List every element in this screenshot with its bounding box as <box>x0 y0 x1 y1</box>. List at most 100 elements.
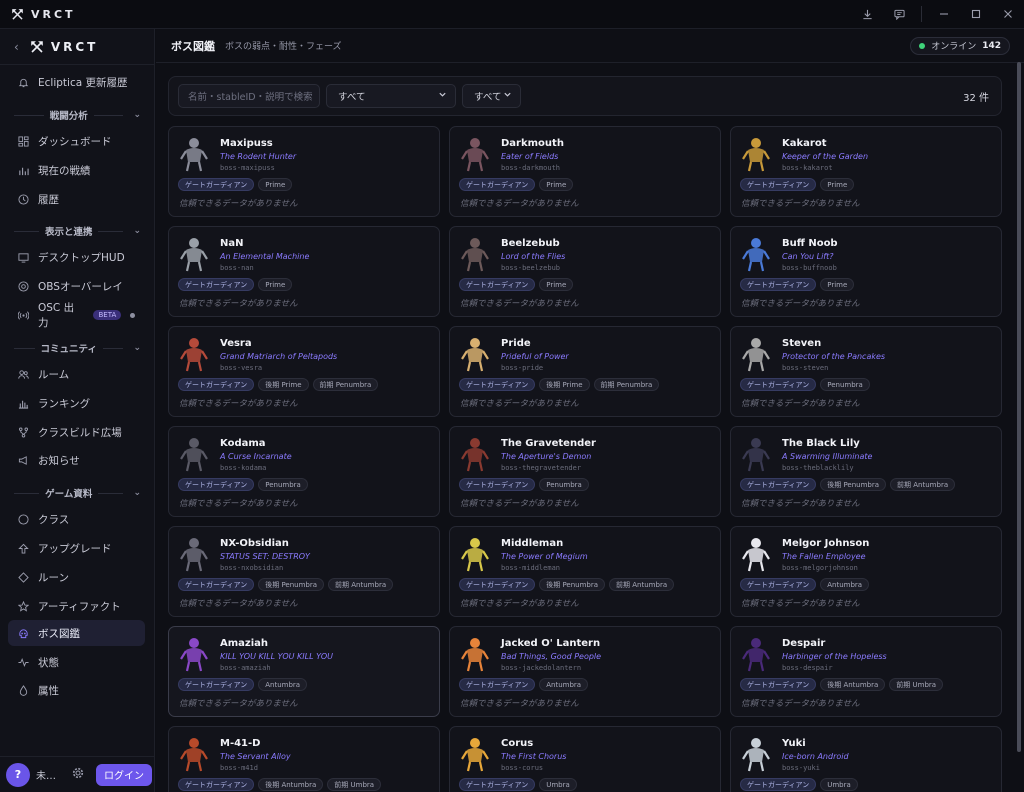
result-count: 32 件 <box>963 92 989 104</box>
section-community[interactable]: コミュニティ ⌄ <box>14 341 141 355</box>
boss-card[interactable]: Jacked O' Lantern Bad Things, Good People… <box>449 626 721 717</box>
boss-name: Buff Noob <box>782 238 838 249</box>
sidebar-item-desktop-hud[interactable]: デスクトップHUD <box>8 244 145 270</box>
sidebar-item-label: Ecliptica 更新履歴 <box>38 76 128 89</box>
boss-portrait-icon <box>460 535 490 573</box>
sidebar-item-ecliptica-updates[interactable]: Ecliptica 更新履歴 <box>8 69 145 95</box>
sidebar-item-obs-overlay[interactable]: OBSオーバーレイ <box>8 273 145 299</box>
no-data-text: 信頼できるデータがありません <box>460 499 579 509</box>
boss-card[interactable]: Pride Prideful of Power boss-pride ゲートガーディア… <box>449 326 721 417</box>
boss-card[interactable]: The Gravetender The Aperture's Demon boss-… <box>449 426 721 517</box>
boss-card[interactable]: Melgor Johnson The Fallen Employee boss-me… <box>730 526 1002 617</box>
search-input[interactable]: 名前・stableID・説明で検索 <box>178 84 320 108</box>
boss-card[interactable]: M-41-D The Servant Alloy boss-m41d ゲートガーディア… <box>168 726 440 792</box>
boss-tags: ゲートガーディアン 後期 Antumbra 前期 Umbra <box>740 678 944 691</box>
boss-card[interactable]: Corus The First Chorus boss-corus ゲートガーディアン… <box>449 726 721 792</box>
boss-name: NX-Obsidian <box>220 538 289 549</box>
filter-select-phase[interactable]: すべて <box>326 84 456 108</box>
boss-card[interactable]: NX-Obsidian STATUS SET: DESTROY boss-nxobs… <box>168 526 440 617</box>
boss-card[interactable]: Yuki Ice-born Android boss-yuki ゲートガーディアン Um… <box>730 726 1002 792</box>
avatar[interactable]: ? <box>6 762 30 787</box>
phase-tag: 前期 Antumbra <box>328 578 394 591</box>
scrollbar[interactable] <box>1016 62 1022 792</box>
boss-stable-id: boss-maxipuss <box>220 164 275 172</box>
boss-card[interactable]: Darkmouth Eater of Fields boss-darkmouth ゲー… <box>449 126 721 217</box>
feedback-icon[interactable] <box>883 0 915 29</box>
sidebar-item-classes[interactable]: クラス <box>8 506 145 532</box>
boss-card[interactable]: Vesra Grand Matriarch of Peltapods boss-ve… <box>168 326 440 417</box>
section-combat-analysis[interactable]: 戦闘分析 ⌄ <box>14 108 141 122</box>
boss-card[interactable]: Beelzebub Lord of the Flies boss-beelzebub… <box>449 226 721 317</box>
sidebar-header: ‹ VRCT <box>0 29 154 65</box>
boss-stable-id: boss-kakarot <box>782 164 833 172</box>
boss-card[interactable]: Kodama A Curse Incarnate boss-kodama ゲートガーデ… <box>168 426 440 517</box>
sidebar-item-label: ランキング <box>38 397 91 410</box>
boss-card[interactable]: Amaziah KILL YOU KILL YOU KILL YOU boss-am… <box>168 626 440 717</box>
boss-epithet: STATUS SET: DESTROY <box>220 552 310 561</box>
filter-select-type[interactable]: すべて <box>462 84 521 108</box>
scrollbar-thumb[interactable] <box>1017 62 1021 752</box>
boss-card[interactable]: Despair Harbinger of the Hopeless boss-des… <box>730 626 1002 717</box>
boss-card[interactable]: Middleman The Power of Megium boss-middlem… <box>449 526 721 617</box>
boss-card[interactable]: Kakarot Keeper of the Garden boss-kakarot ゲ… <box>730 126 1002 217</box>
boss-epithet: Grand Matriarch of Peltapods <box>220 352 338 361</box>
sidebar-item-announcements[interactable]: お知らせ <box>8 447 145 473</box>
boss-tags: ゲートガーディアン Umbra <box>459 778 577 791</box>
sidebar-item-osc-output[interactable]: OSC 出力 BETA <box>8 302 145 329</box>
boss-epithet: Eater of Fields <box>501 152 559 161</box>
circle-icon <box>18 513 29 525</box>
chevron-left-icon[interactable]: ‹ <box>14 40 19 54</box>
dashboard-icon <box>18 135 29 147</box>
phase-tag: Prime <box>539 178 574 191</box>
boss-card[interactable]: Steven Protector of the Pancakes boss-stev… <box>730 326 1002 417</box>
sidebar-item-rooms[interactable]: ルーム <box>8 361 145 387</box>
star-icon <box>18 600 29 612</box>
sidebar-item-class-build-plaza[interactable]: クラスビルド広場 <box>8 419 145 445</box>
sidebar-item-label: 状態 <box>38 656 59 669</box>
boss-name: The Gravetender <box>501 438 596 449</box>
gear-icon[interactable] <box>72 767 84 782</box>
boss-card[interactable]: The Black Lily A Swarming Illuminate boss-… <box>730 426 1002 517</box>
sidebar-item-ranking[interactable]: ランキング <box>8 390 145 416</box>
chevron-down-icon <box>503 90 512 102</box>
sidebar-item-upgrades[interactable]: アップグレード <box>8 535 145 561</box>
section-game-reference[interactable]: ゲーム資料 ⌄ <box>14 486 141 500</box>
sidebar-item-runes[interactable]: ルーン <box>8 564 145 590</box>
beta-badge: BETA <box>93 310 122 320</box>
sidebar-item-attributes[interactable]: 属性 <box>8 677 145 703</box>
phase-tag: Prime <box>258 278 293 291</box>
clock-icon <box>18 193 29 205</box>
sidebar-item-label: クラス <box>38 513 70 526</box>
phase-tag: 前期 Antumbra <box>890 478 956 491</box>
boss-name: M-41-D <box>220 738 261 749</box>
boss-card[interactable]: Maxipuss The Rodent Hunter boss-maxipuss ゲー… <box>168 126 440 217</box>
boss-portrait-icon <box>179 435 209 473</box>
minimize-button[interactable] <box>928 0 960 29</box>
boss-name: Steven <box>782 338 822 349</box>
sidebar-item-status[interactable]: 状態 <box>8 649 145 675</box>
sidebar-item-artifacts[interactable]: アーティファクト <box>8 593 145 619</box>
sidebar-item-current-record[interactable]: 現在の戦績 <box>8 157 145 183</box>
close-button[interactable] <box>992 0 1024 29</box>
section-display-integration[interactable]: 表示と連携 ⌄ <box>14 224 141 238</box>
gate-guardian-tag: ゲートガーディアン <box>178 178 255 191</box>
no-data-text: 信頼できるデータがありません <box>460 299 579 309</box>
login-button[interactable]: ログイン <box>96 763 152 786</box>
phase-tag: 後期 Penumbra <box>820 478 887 491</box>
boss-card[interactable]: Buff Noob Can You Lift? boss-buffnoob ゲートガー… <box>730 226 1002 317</box>
boss-epithet: The Power of Megium <box>501 552 588 561</box>
boss-card[interactable]: NaN An Elemental Machine boss-nan ゲートガーディアン… <box>168 226 440 317</box>
sidebar-item-history[interactable]: 履歴 <box>8 186 145 212</box>
boss-tags: ゲートガーディアン Penumbra <box>459 478 589 491</box>
boss-stable-id: boss-beelzebub <box>501 264 561 272</box>
maximize-button[interactable] <box>960 0 992 29</box>
boss-epithet: Harbinger of the Hopeless <box>782 652 887 661</box>
boss-name: Kodama <box>220 438 266 449</box>
sidebar-item-dashboard[interactable]: ダッシュボード <box>8 128 145 154</box>
gate-guardian-tag: ゲートガーディアン <box>740 178 817 191</box>
boss-name: Jacked O' Lantern <box>501 638 601 649</box>
sidebar-item-boss-encyclopedia[interactable]: ボス図鑑 <box>8 620 145 646</box>
boss-tags: ゲートガーディアン Prime <box>740 178 855 191</box>
users-icon <box>18 369 29 380</box>
download-icon[interactable] <box>851 0 883 29</box>
